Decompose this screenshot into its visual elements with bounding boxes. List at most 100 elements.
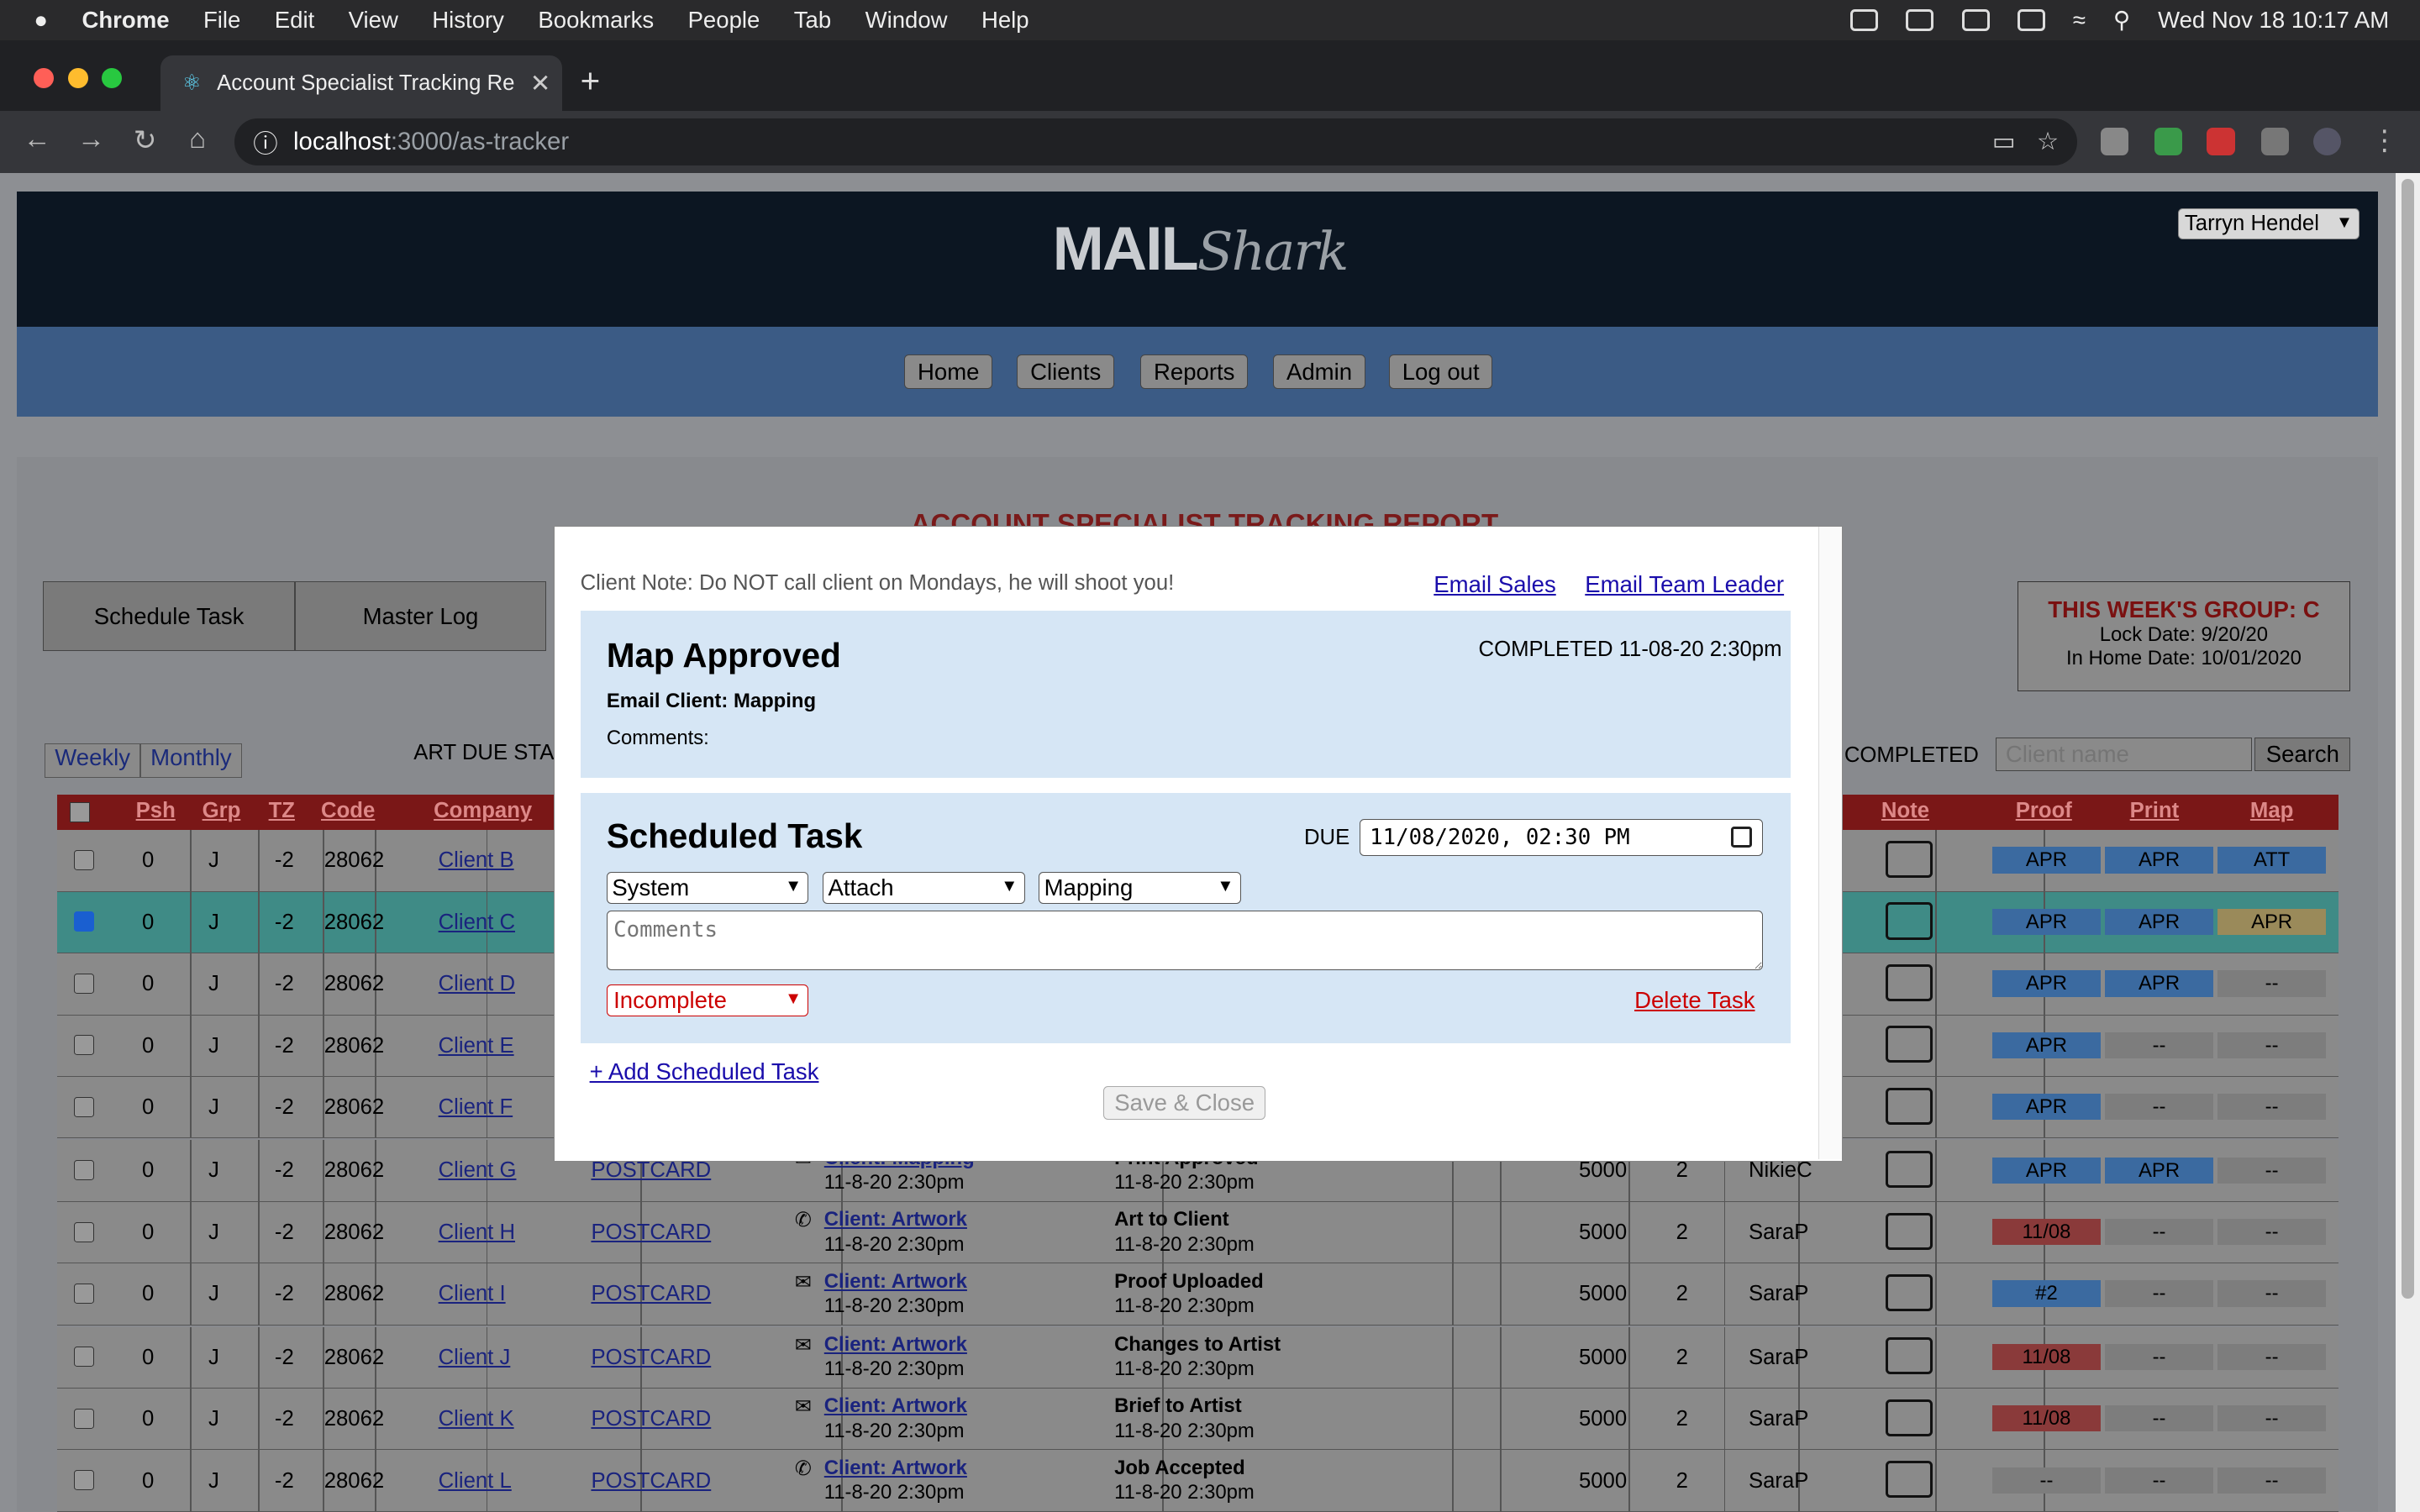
col-tz[interactable]: TZ [269,799,295,823]
note-book-icon[interactable] [1886,1461,1933,1499]
print-status[interactable]: -- [2105,1094,2213,1121]
map-status[interactable]: ATT [2217,847,2326,874]
camera-extension-icon[interactable] [2100,128,2128,156]
company-link[interactable]: Client G [439,1158,517,1183]
print-status[interactable]: -- [2105,1032,2213,1058]
map-status[interactable]: -- [2217,1157,2326,1184]
company-link[interactable]: Client D [439,972,515,996]
print-status[interactable]: APR [2105,908,2213,936]
table-row[interactable]: 0 J -2 28062 Client I POSTCARD ✉ Client: Artwor… [56,1263,2338,1326]
tab-weekly[interactable]: Weekly [45,743,141,778]
row-checkbox[interactable] [74,1035,95,1056]
map-status[interactable]: -- [2217,1405,2326,1432]
cast-icon[interactable]: ▭ [1992,127,2016,156]
map-status[interactable]: -- [2217,1032,2326,1058]
apple-menu-icon[interactable]: ● [34,7,48,34]
print-status[interactable]: -- [2105,1405,2213,1432]
due-datetime-input[interactable]: 11/08/2020, 02:30 PM [1360,819,1763,857]
nav-logout-button[interactable]: Log out [1389,354,1493,389]
row-checkbox[interactable] [74,911,95,932]
shield-extension-icon[interactable] [2154,128,2183,156]
menu-tab[interactable]: Tab [794,7,831,34]
proof-status[interactable]: 11/08 [1992,1405,2101,1432]
row-checkbox[interactable] [74,1470,95,1491]
company-link[interactable]: Client E [439,1034,514,1058]
menu-edit[interactable]: Edit [275,7,314,34]
email-team-leader-link[interactable]: Email Team Leader [1585,571,1784,598]
map-status[interactable]: -- [2217,1343,2326,1370]
cloud-icon[interactable] [1906,9,1934,31]
proof-status[interactable]: APR [1992,908,2101,936]
battery-icon[interactable] [2017,9,2045,31]
nav-admin-button[interactable]: Admin [1273,354,1365,389]
task-link[interactable]: Client: Artwork [824,1394,967,1418]
proof-status[interactable]: APR [1992,1157,2101,1184]
table-row[interactable]: 0 J -2 28062 Client H POSTCARD ✆ Client: Artwor… [56,1201,2338,1264]
type-link[interactable]: POSTCARD [591,1158,711,1183]
modal-scrollbar[interactable] [1818,527,1843,1160]
company-link[interactable]: Client H [439,1221,515,1245]
row-checkbox[interactable] [74,1408,95,1429]
col-code[interactable]: Code [321,799,375,823]
master-log-button[interactable]: Master Log [294,581,547,652]
menu-history[interactable]: History [432,7,504,34]
proof-status[interactable]: #2 [1992,1280,2101,1307]
menu-help[interactable]: Help [981,7,1029,34]
proof-status[interactable]: APR [1992,1032,2101,1058]
info-icon[interactable]: ⓘ [253,124,277,160]
row-checkbox[interactable] [74,1221,95,1242]
zoom-window-icon[interactable] [102,67,123,88]
wifi-icon[interactable]: ≈ [2073,7,2086,34]
col-proof[interactable]: Proof [2016,799,2072,823]
task-action-select[interactable]: Attach ▼ [822,871,1025,905]
proof-status[interactable]: APR [1992,847,2101,874]
tray-app-icon[interactable] [1850,9,1879,31]
tab-monthly[interactable]: Monthly [140,743,242,778]
note-book-icon[interactable] [1886,902,1933,940]
proof-status[interactable]: -- [1992,1467,2101,1494]
print-status[interactable]: APR [2105,847,2213,874]
note-book-icon[interactable] [1886,1274,1933,1312]
scrollbar-thumb[interactable] [2401,179,2414,1299]
type-link[interactable]: POSTCARD [591,1469,711,1494]
company-link[interactable]: Client F [439,1095,513,1120]
menu-file[interactable]: File [203,7,240,34]
print-status[interactable]: -- [2105,1467,2213,1494]
print-status[interactable]: APR [2105,1157,2213,1184]
minimize-window-icon[interactable] [67,67,88,88]
company-link[interactable]: Client J [439,1346,511,1370]
home-icon[interactable]: ⌂ [179,123,216,155]
task-comments-textarea[interactable] [606,910,1763,971]
schedule-task-button[interactable]: Schedule Task [43,581,295,652]
clock-text[interactable]: Wed Nov 18 10:17 AM [2158,7,2389,34]
note-book-icon[interactable] [1886,1087,1933,1125]
forward-icon[interactable]: → [72,123,109,155]
nav-home-button[interactable]: Home [904,354,993,389]
company-link[interactable]: Client I [439,1282,506,1306]
scrollbar[interactable] [2395,172,2420,1512]
chrome-menu-icon[interactable]: ⋮ [2366,123,2403,157]
email-sales-link[interactable]: Email Sales [1434,571,1555,598]
browser-tab[interactable]: ⚛ Account Specialist Tracking Re ✕ [160,55,562,112]
map-status[interactable]: -- [2217,1094,2326,1121]
address-bar[interactable]: ⓘ localhost:3000/as-tracker ▭ ☆ [234,118,2078,165]
type-link[interactable]: POSTCARD [591,1282,711,1306]
note-book-icon[interactable] [1886,1399,1933,1436]
nav-reports-button[interactable]: Reports [1140,354,1249,389]
menu-people[interactable]: People [688,7,760,34]
map-status[interactable]: -- [2217,970,2326,997]
puzzle-extension-icon[interactable] [2260,128,2289,156]
type-link[interactable]: POSTCARD [591,1407,711,1431]
close-window-icon[interactable] [34,67,55,88]
save-close-button[interactable]: Save & Close [1103,1086,1266,1121]
delete-task-link[interactable]: Delete Task [1634,987,1754,1014]
proof-status[interactable]: APR [1992,970,2101,997]
map-status[interactable]: -- [2217,1280,2326,1307]
col-print[interactable]: Print [2130,799,2180,823]
type-link[interactable]: POSTCARD [591,1221,711,1245]
task-link[interactable]: Client: Artwork [824,1270,967,1294]
note-book-icon[interactable] [1886,1212,1933,1250]
select-all-checkbox[interactable] [69,802,90,822]
task-link[interactable]: Client: Artwork [824,1208,967,1231]
note-book-icon[interactable] [1886,1026,1933,1063]
